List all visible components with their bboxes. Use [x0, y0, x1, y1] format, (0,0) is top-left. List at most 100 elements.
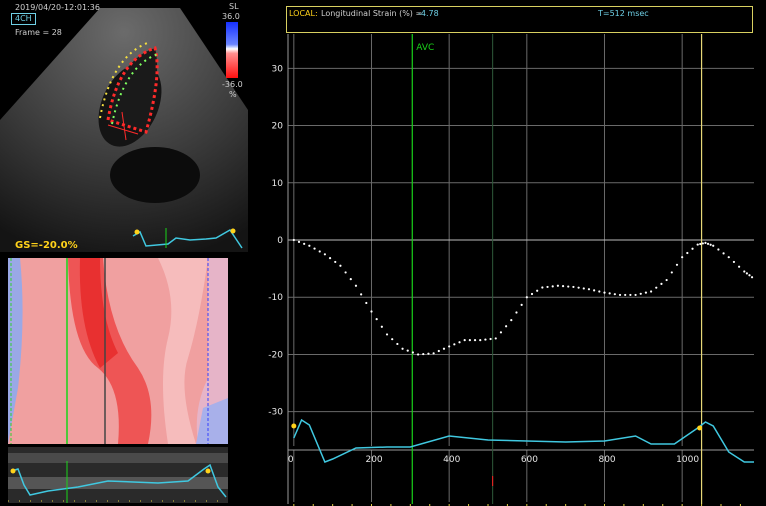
strain-point [675, 263, 679, 266]
strain-point [484, 338, 487, 341]
strain-point [704, 241, 707, 244]
x-tick-label: 800 [598, 455, 615, 465]
strain-point [546, 285, 549, 289]
strain-point [530, 292, 534, 296]
x-tick-label: 400 [443, 455, 460, 465]
strain-point [727, 256, 730, 259]
strain-point [303, 242, 306, 245]
strain-point [391, 338, 394, 341]
strain-point [541, 286, 544, 289]
strain-point [334, 260, 337, 264]
strain-point [411, 351, 415, 354]
x-tick-label: 200 [365, 455, 382, 465]
ecg-start-marker [291, 423, 297, 429]
strain-point [437, 349, 440, 353]
strain-point [572, 285, 575, 289]
strain-point [639, 292, 642, 295]
strain-point [712, 244, 715, 247]
strain-point [670, 271, 673, 274]
y-tick-label: 10 [272, 179, 284, 189]
strain-point [401, 347, 404, 350]
strain-point [292, 238, 295, 242]
strain-point [536, 289, 539, 292]
y-tick-label: -20 [268, 350, 283, 360]
strain-point [448, 345, 451, 348]
strain-point [313, 247, 316, 250]
colorbar [226, 22, 238, 78]
strain-point [593, 289, 596, 292]
strain-point [743, 270, 746, 273]
strain-point [365, 301, 368, 305]
strain-point [551, 285, 554, 288]
strain-point [587, 288, 591, 291]
strain-point [494, 337, 497, 340]
strain-point [360, 293, 363, 296]
strain-point [297, 240, 301, 244]
chart-markers: AVC [411, 34, 703, 504]
strain-point [385, 333, 389, 336]
strain-point [499, 331, 503, 334]
strain-point [416, 353, 420, 356]
strain-point [618, 293, 622, 297]
view-badge: 4CH [11, 13, 36, 25]
strain-point [468, 339, 471, 342]
strain-point [458, 341, 461, 344]
strain-point [556, 284, 559, 287]
x-tick-label: 0 [288, 455, 294, 465]
strain-point [738, 265, 741, 268]
header-value: -4.78 [418, 9, 439, 18]
strain-point [525, 296, 528, 299]
strain-point [608, 292, 611, 295]
strain-chart: 0 200 400 600 800 1000 30 20 10 0 -10 -20 -30 AVC [268, 34, 754, 506]
strain-point [427, 352, 430, 355]
y-tick-label: 0 [277, 236, 283, 246]
strain-point [649, 290, 653, 293]
chart-axes: 0 200 400 600 800 1000 30 20 10 0 -10 -20 -30 [268, 34, 754, 504]
y-tick-label: 30 [272, 64, 284, 74]
strain-color-map [8, 258, 228, 444]
colorbar-unit: % [229, 90, 237, 99]
strain-point [681, 256, 684, 259]
strain-point [603, 291, 606, 294]
header-title: Longitudinal Strain (%) = [321, 9, 423, 18]
header-time: T=512 msec [598, 9, 649, 18]
strain-point [748, 274, 751, 277]
strain-point [380, 325, 383, 328]
strain-point [686, 251, 689, 255]
strain-point [354, 284, 358, 287]
colorbar-label: SL [229, 2, 239, 11]
strain-point [577, 286, 580, 289]
strain-point [691, 247, 694, 250]
strain-point [750, 276, 754, 279]
echo-image [0, 8, 248, 252]
strain-point [665, 278, 668, 282]
strain-point [561, 285, 565, 288]
strain-point [567, 285, 570, 288]
strain-point [479, 339, 482, 342]
strain-point [432, 352, 435, 355]
y-tick-label: -10 [268, 293, 283, 303]
x-tick-label: 1000 [676, 455, 699, 465]
strain-point [328, 257, 332, 260]
timestamp: 2019/04/20-12:01:36 [15, 3, 100, 12]
strain-point [629, 293, 632, 297]
strain-point [505, 325, 508, 328]
strain-point [598, 290, 601, 293]
strain-point [396, 342, 399, 346]
strain-point [442, 347, 446, 350]
avc-label: AVC [416, 43, 434, 53]
strain-point [613, 293, 616, 296]
strain-point [520, 303, 523, 306]
chart-grid [288, 34, 754, 502]
mmode-strip [8, 447, 228, 503]
strain-point [473, 339, 477, 342]
ecg-end-marker [697, 425, 703, 431]
strain-point [634, 293, 637, 297]
strain-point [706, 242, 710, 245]
strain-point [717, 248, 720, 251]
strain-point [370, 310, 373, 313]
strain-point [344, 271, 347, 274]
strain-point [696, 243, 699, 246]
strain-point [660, 282, 663, 285]
strain-point [699, 242, 702, 246]
